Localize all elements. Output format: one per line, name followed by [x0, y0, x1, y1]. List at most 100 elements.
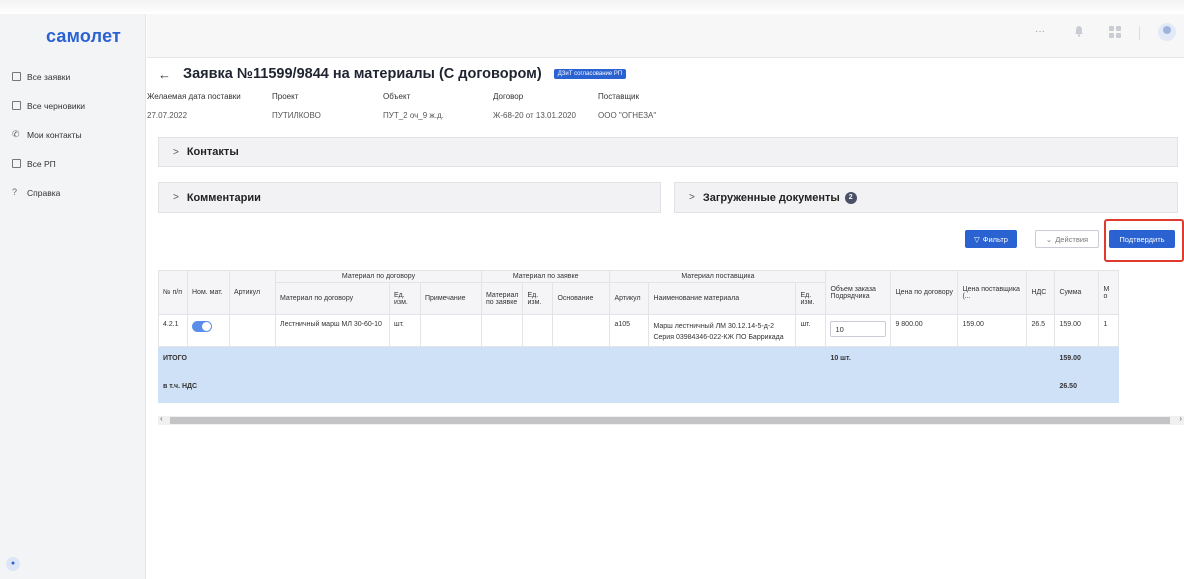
panel-title: Комментарии [186, 191, 261, 204]
actions-label: Действия [1055, 234, 1089, 244]
meta-value: ПУТ_2 оч_9 ж.д. [383, 111, 444, 120]
volume-input[interactable]: 10 [830, 321, 887, 337]
table-icon [12, 159, 21, 168]
chevron-right-icon: > [689, 192, 695, 203]
filter-icon: ▽ [974, 234, 980, 244]
sidebar-nav: Все заявки Все черновики ✆ Мои контакты … [0, 62, 146, 207]
sidebar-item-label: Справка [27, 187, 61, 198]
sidebar-item-label: Все РП [27, 158, 56, 169]
cell-contract-note [420, 314, 482, 347]
cell-vat: 26.5 [1026, 314, 1056, 347]
bell-icon[interactable] [1074, 25, 1084, 37]
col-supplier-unit: Ед. изм. [795, 282, 827, 315]
sidebar-item-label: Все черновики [27, 100, 86, 111]
documents-count-badge: 2 [844, 191, 857, 204]
more-icon[interactable]: ··· [1035, 26, 1045, 37]
actions-dropdown[interactable]: ⌄ Действия [1035, 230, 1099, 248]
table-row: 4.2.1 Лестничный марш МЛ 30-60-10 шт. a1… [158, 314, 1120, 347]
panel-title: Загруженные документы [702, 191, 840, 204]
horizontal-scrollbar[interactable]: ‹ › [158, 414, 1184, 425]
col-contract-note: Примечание [420, 282, 482, 315]
col-request-unit: Ед. изм. [522, 282, 554, 315]
scroll-right-icon[interactable]: › [1179, 414, 1182, 423]
sidebar-item-contacts[interactable]: ✆ Мои контакты [0, 120, 146, 149]
col-num: № п/п [158, 270, 188, 315]
meta-object: Объект ПУТ_2 оч_9 ж.д. [383, 92, 444, 120]
materials-table: № п/п Ном. мат. Артикул Материал по дого… [158, 270, 1120, 403]
vat-spacer [228, 370, 1056, 403]
col-volume: Объем заказа Подрядчика [825, 270, 892, 315]
vat-label: в т.ч. НДС [158, 370, 230, 403]
top-bar: ··· [147, 14, 1184, 58]
meta-label: Желаемая дата поставки [147, 92, 241, 101]
col-group-contract: Материал по договору [275, 270, 482, 283]
sidebar-item-all-requests[interactable]: Все заявки [0, 62, 146, 91]
page-header: ← Заявка №11599/9844 на материалы (С дог… [158, 66, 627, 82]
browser-strip [0, 0, 1184, 14]
col-nom: Ном. мат. [187, 270, 230, 315]
col-sum: Сумма [1054, 270, 1100, 315]
col-price-supplier: Цена поставщика (... [957, 270, 1028, 315]
col-supplier-article: Артикул [609, 282, 650, 315]
sidebar-item-drafts[interactable]: Все черновики [0, 91, 146, 120]
cell-supplier-unit: шт. [795, 314, 827, 347]
cell-nom [187, 314, 230, 347]
back-arrow-icon[interactable]: ← [158, 67, 171, 82]
meta-label: Объект [383, 92, 411, 101]
col-vat: НДС [1026, 270, 1056, 315]
cell-request-unit [522, 314, 554, 347]
meta-delivery-date: Желаемая дата поставки 27.07.2022 [147, 92, 241, 120]
col-group-request: Материал по заявке [480, 270, 611, 283]
vat-row: в т.ч. НДС 26.50 [158, 370, 1120, 403]
documents-panel[interactable]: > Загруженные документы 2 [674, 182, 1178, 213]
page-title: Заявка №11599/9844 на материалы (С догов… [183, 66, 542, 82]
col-request-basis: Основание [552, 282, 611, 315]
avatar[interactable] [1158, 23, 1176, 41]
meta-value: ООО "ОГНЕЗА" [598, 111, 657, 120]
table-icon [12, 72, 21, 81]
status-badge: ДЗиТ согласование РП [553, 69, 627, 79]
help-icon: ? [12, 187, 18, 197]
cell-request-basis [552, 314, 611, 347]
table-icon [12, 101, 21, 110]
meta-project: Проект ПУТИЛКОВО [272, 92, 321, 120]
col-group-supplier: Материал поставщика [609, 270, 827, 283]
collapse-sidebar-icon[interactable]: ● [6, 557, 20, 571]
cell-more: 1 [1098, 314, 1120, 347]
col-more: М о [1098, 270, 1120, 315]
sidebar: самолет Все заявки Все черновики ✆ Мои к… [0, 14, 146, 579]
meta-label: Проект [272, 92, 299, 101]
filter-label: Фильтр [982, 234, 1008, 244]
col-contract-unit: Ед. изм. [389, 282, 421, 315]
main-content: ← Заявка №11599/9844 на материалы (С дог… [147, 58, 1184, 579]
apps-grid-icon[interactable] [1109, 26, 1121, 38]
app-logo[interactable]: самолет [46, 26, 121, 47]
col-request-material: Материал по заявке [480, 282, 524, 315]
divider [1139, 26, 1140, 40]
nomenclature-toggle[interactable] [192, 321, 212, 332]
meta-label: Договор [493, 92, 524, 101]
meta-label: Поставщик [598, 92, 640, 101]
scroll-left-icon[interactable]: ‹ [160, 414, 163, 423]
sidebar-item-help[interactable]: ? Справка [0, 178, 146, 207]
col-contract-material: Материал по договору [275, 282, 390, 315]
cell-supplier-article: a105 [609, 314, 650, 347]
sidebar-item-all-rp[interactable]: Все РП [0, 149, 146, 178]
comments-panel[interactable]: > Комментарии [158, 182, 661, 213]
total-volume: 10 шт. [825, 346, 1056, 371]
meta-value: Ж-68-20 от 13.01.2020 [493, 111, 576, 120]
highlight-box [1104, 219, 1184, 262]
col-price-contract: Цена по договору [890, 270, 959, 315]
cell-article [229, 314, 276, 347]
cell-sum: 159.00 [1054, 314, 1100, 347]
filter-button[interactable]: ▽ Фильтр [965, 230, 1017, 248]
total-sum: 159.00 [1054, 346, 1100, 371]
col-supplier-name: Наименование материала [648, 282, 797, 315]
chevron-right-icon: > [173, 146, 179, 158]
cell-contract-material: Лестничный марш МЛ 30-60-10 [275, 314, 390, 347]
materials-table-container: № п/п Ном. мат. Артикул Материал по дого… [158, 270, 1184, 420]
contacts-panel[interactable]: > Контакты [158, 137, 1178, 167]
col-article: Артикул [229, 270, 276, 315]
scrollbar-thumb[interactable] [170, 417, 1170, 424]
cell-supplier-name: Марш лестничный ЛМ 30.12.14-5-д-2 Серия … [648, 314, 797, 347]
